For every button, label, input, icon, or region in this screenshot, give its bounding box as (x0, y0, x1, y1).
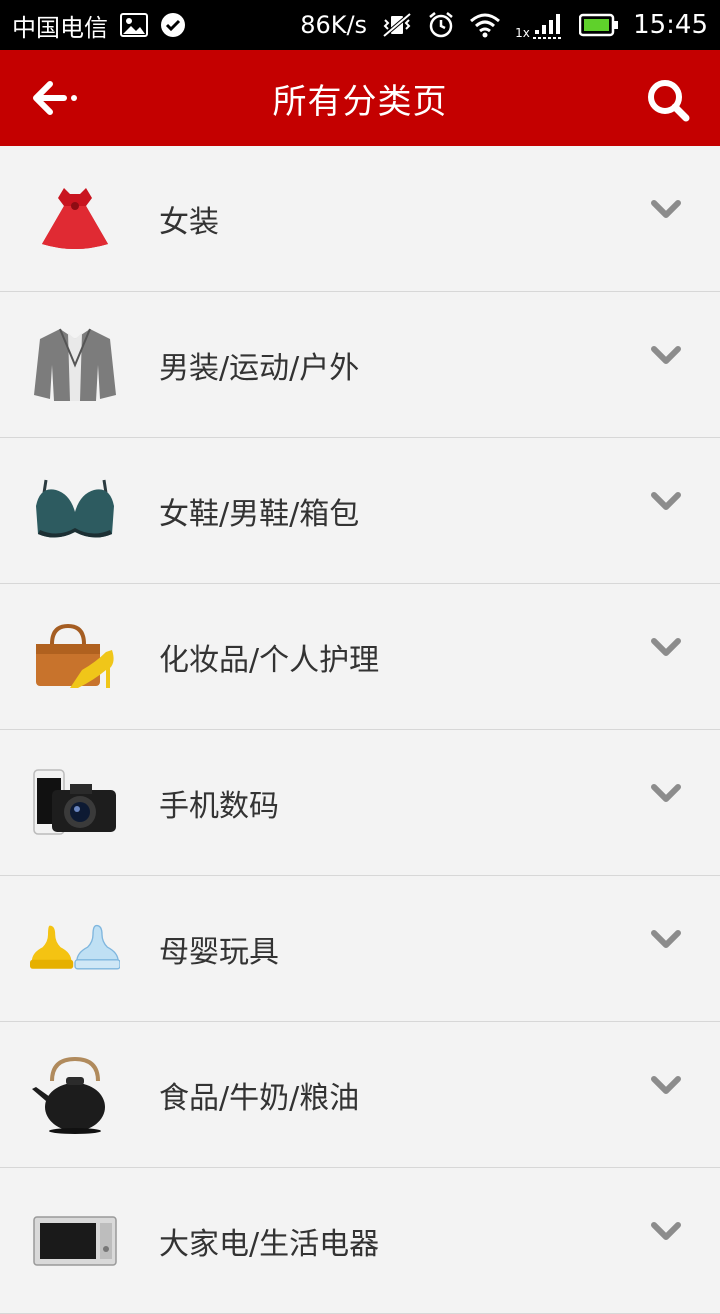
category-row[interactable]: 男装/运动/户外 (0, 292, 720, 438)
chevron-down-icon (651, 200, 681, 218)
alarm-clock-icon (427, 11, 455, 39)
category-label: 母婴玩具 (159, 934, 279, 970)
chevron-down-icon (651, 1222, 681, 1240)
category-row[interactable]: 母婴玩具 (0, 876, 720, 1022)
signal-strength-icon: 1x (515, 10, 565, 40)
category-label: 男装/运动/户外 (159, 350, 360, 386)
chevron-down-icon (651, 346, 681, 364)
chevron-down-icon (651, 784, 681, 802)
wifi-icon (469, 12, 501, 38)
chevron-down-icon (651, 638, 681, 656)
status-bar: 中国电信 86K/s 1x 15:45 (0, 0, 720, 50)
bra-icon (30, 466, 120, 556)
category-row[interactable]: 食品/牛奶/粮油 (0, 1022, 720, 1168)
category-row[interactable]: 女鞋/男鞋/箱包 (0, 438, 720, 584)
jacket-icon (30, 320, 120, 410)
network-type-label: 1x (515, 26, 530, 40)
category-label: 女装 (159, 204, 219, 240)
chevron-down-icon (651, 492, 681, 510)
top-app-bar: 所有分类页 (0, 50, 720, 146)
page-title: 所有分类页 (272, 81, 448, 122)
microwave-icon (30, 1196, 120, 1286)
category-label: 手机数码 (159, 788, 279, 824)
baby-bottle-nipple-icon (30, 904, 120, 994)
category-row[interactable]: 女装 (0, 146, 720, 292)
category-list: 女装 男装/运动/户外 女鞋/男鞋/箱包 化妆品/个人护理 手机数码 母婴玩具 … (0, 146, 720, 1314)
category-label: 女鞋/男鞋/箱包 (159, 496, 360, 532)
category-label: 化妆品/个人护理 (159, 642, 380, 678)
network-speed: 86K/s (300, 11, 368, 39)
search-button[interactable] (644, 76, 692, 124)
category-row[interactable]: 手机数码 (0, 730, 720, 876)
check-circle-icon (160, 12, 186, 38)
vibrate-mute-icon (381, 12, 413, 38)
category-label: 大家电/生活电器 (159, 1226, 380, 1262)
chevron-down-icon (651, 930, 681, 948)
handbag-heel-icon (30, 612, 120, 702)
image-notification-icon (120, 13, 148, 37)
search-icon (648, 80, 690, 122)
dress-icon (30, 174, 120, 264)
teapot-icon (30, 1050, 120, 1140)
clock-time: 15:45 (633, 10, 708, 40)
category-row[interactable]: 大家电/生活电器 (0, 1168, 720, 1314)
category-label: 食品/牛奶/粮油 (159, 1080, 360, 1116)
chevron-down-icon (651, 1076, 681, 1094)
category-row[interactable]: 化妆品/个人护理 (0, 584, 720, 730)
phone-camera-icon (30, 758, 120, 848)
carrier-name: 中国电信 (12, 13, 108, 42)
battery-icon (579, 13, 619, 37)
